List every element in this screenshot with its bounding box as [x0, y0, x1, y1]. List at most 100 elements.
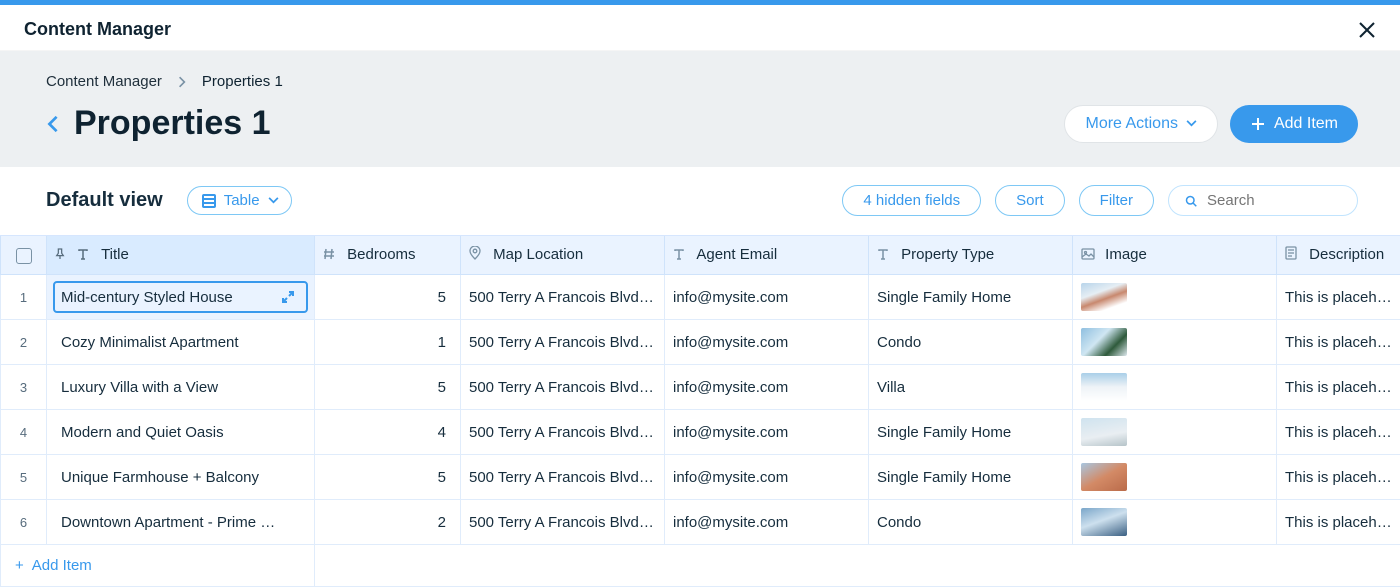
cell-description[interactable]: This is placeholde: [1277, 455, 1400, 500]
search-input[interactable]: [1207, 192, 1341, 209]
cell-ptype[interactable]: Condo: [869, 320, 1073, 365]
cell-email[interactable]: info@mysite.com: [665, 275, 869, 320]
cell-email[interactable]: info@mysite.com: [665, 455, 869, 500]
cell-email[interactable]: info@mysite.com: [665, 500, 869, 545]
cell-ptype[interactable]: Single Family Home: [869, 455, 1073, 500]
cell-ptype[interactable]: Condo: [869, 500, 1073, 545]
cell-title[interactable]: Unique Farmhouse + Balcony: [47, 455, 315, 500]
column-header-title[interactable]: Title: [47, 236, 315, 275]
row-number: 4: [1, 410, 47, 455]
cell-image[interactable]: [1073, 500, 1277, 545]
pin-icon: [55, 247, 69, 264]
title-text: Modern and Quiet Oasis: [61, 424, 224, 441]
filter-button[interactable]: Filter: [1079, 185, 1154, 216]
cell-image[interactable]: [1073, 320, 1277, 365]
table-row[interactable]: 5 Unique Farmhouse + Balcony 5 500 Terry…: [1, 455, 1400, 500]
cell-map[interactable]: 500 Terry A Francois Blvd,…: [461, 320, 665, 365]
cell-image[interactable]: [1073, 365, 1277, 410]
table-row[interactable]: 4 Modern and Quiet Oasis 4 500 Terry A F…: [1, 410, 1400, 455]
cell-description[interactable]: This is placeholde: [1277, 410, 1400, 455]
cell-bedrooms[interactable]: 5: [315, 365, 461, 410]
row-number: 1: [1, 275, 47, 320]
table-row[interactable]: 6 Downtown Apartment - Prime … 2 500 Ter…: [1, 500, 1400, 545]
row-number: 6: [1, 500, 47, 545]
view-name: Default view: [46, 189, 163, 212]
footer-add-row[interactable]: +Add Item: [1, 545, 1400, 587]
title-text: Mid-century Styled House: [61, 289, 233, 306]
chevron-down-icon: [268, 197, 279, 204]
cell-description[interactable]: This is placeholde: [1277, 365, 1400, 410]
cell-email[interactable]: info@mysite.com: [665, 320, 869, 365]
breadcrumb-root[interactable]: Content Manager: [46, 73, 162, 90]
column-label: Bedrooms: [347, 246, 415, 263]
cell-ptype[interactable]: Villa: [869, 365, 1073, 410]
footer-add-label: Add Item: [32, 557, 92, 574]
image-thumbnail: [1081, 328, 1127, 356]
back-button[interactable]: [46, 115, 60, 133]
more-actions-label: More Actions: [1085, 115, 1177, 133]
hidden-fields-button[interactable]: 4 hidden fields: [842, 185, 981, 216]
breadcrumb: Content Manager Properties 1: [46, 73, 1358, 90]
cell-title[interactable]: Mid-century Styled House: [47, 275, 315, 320]
select-all-checkbox[interactable]: [16, 248, 32, 264]
panel-header: Content Manager: [0, 5, 1400, 51]
select-all-header[interactable]: [1, 236, 47, 275]
cell-title[interactable]: Downtown Apartment - Prime …: [47, 500, 315, 545]
breadcrumb-current: Properties 1: [202, 73, 283, 90]
cell-image[interactable]: [1073, 275, 1277, 320]
cell-bedrooms[interactable]: 2: [315, 500, 461, 545]
title-text: Cozy Minimalist Apartment: [61, 334, 239, 351]
row-number: 5: [1, 455, 47, 500]
plus-icon: [1250, 116, 1266, 132]
cell-image[interactable]: [1073, 410, 1277, 455]
add-item-button[interactable]: Add Item: [1230, 105, 1358, 143]
column-header-map[interactable]: Map Location: [461, 236, 665, 275]
column-header-ptype[interactable]: Property Type: [869, 236, 1073, 275]
text-type-icon: [77, 247, 91, 264]
cell-email[interactable]: info@mysite.com: [665, 410, 869, 455]
cell-ptype[interactable]: Single Family Home: [869, 275, 1073, 320]
search-icon: [1185, 194, 1197, 208]
column-header-bedrooms[interactable]: Bedrooms: [315, 236, 461, 275]
title-text: Downtown Apartment - Prime …: [61, 514, 275, 531]
sort-button[interactable]: Sort: [995, 185, 1065, 216]
title-text: Luxury Villa with a View: [61, 379, 218, 396]
cell-bedrooms[interactable]: 1: [315, 320, 461, 365]
cell-description[interactable]: This is placeholde: [1277, 320, 1400, 365]
richtext-type-icon: [1285, 246, 1299, 264]
cell-map[interactable]: 500 Terry A Francois Blvd,…: [461, 410, 665, 455]
cell-title[interactable]: Cozy Minimalist Apartment: [47, 320, 315, 365]
view-picker[interactable]: Table: [187, 186, 292, 215]
table-row[interactable]: 2 Cozy Minimalist Apartment 1 500 Terry …: [1, 320, 1400, 365]
more-actions-button[interactable]: More Actions: [1064, 105, 1217, 143]
chevron-right-icon: [178, 75, 186, 89]
column-header-description[interactable]: Description: [1277, 236, 1400, 275]
text-type-icon: [673, 247, 687, 264]
cell-ptype[interactable]: Single Family Home: [869, 410, 1073, 455]
cell-title[interactable]: Luxury Villa with a View: [47, 365, 315, 410]
column-label: Property Type: [901, 246, 994, 263]
chevron-down-icon: [1186, 120, 1197, 127]
cell-image[interactable]: [1073, 455, 1277, 500]
panel-title: Content Manager: [24, 19, 171, 40]
cell-description[interactable]: This is placeholde: [1277, 500, 1400, 545]
cell-map[interactable]: 500 Terry A Francois Blvd,…: [461, 455, 665, 500]
cell-bedrooms[interactable]: 4: [315, 410, 461, 455]
search-field[interactable]: [1168, 185, 1358, 216]
expand-row-button[interactable]: [276, 285, 300, 309]
column-label: Title: [101, 246, 129, 263]
image-type-icon: [1081, 247, 1095, 264]
column-header-email[interactable]: Agent Email: [665, 236, 869, 275]
column-header-image[interactable]: Image: [1073, 236, 1277, 275]
cell-map[interactable]: 500 Terry A Francois Blvd,…: [461, 500, 665, 545]
cell-map[interactable]: 500 Terry A Francois Blvd,…: [461, 275, 665, 320]
table-row[interactable]: 3 Luxury Villa with a View 5 500 Terry A…: [1, 365, 1400, 410]
cell-description[interactable]: This is placeholde: [1277, 275, 1400, 320]
cell-bedrooms[interactable]: 5: [315, 275, 461, 320]
close-icon[interactable]: [1358, 21, 1376, 39]
cell-bedrooms[interactable]: 5: [315, 455, 461, 500]
table-row[interactable]: 1 Mid-century Styled House 5 500 Terry A…: [1, 275, 1400, 320]
cell-map[interactable]: 500 Terry A Francois Blvd,…: [461, 365, 665, 410]
cell-title[interactable]: Modern and Quiet Oasis: [47, 410, 315, 455]
cell-email[interactable]: info@mysite.com: [665, 365, 869, 410]
